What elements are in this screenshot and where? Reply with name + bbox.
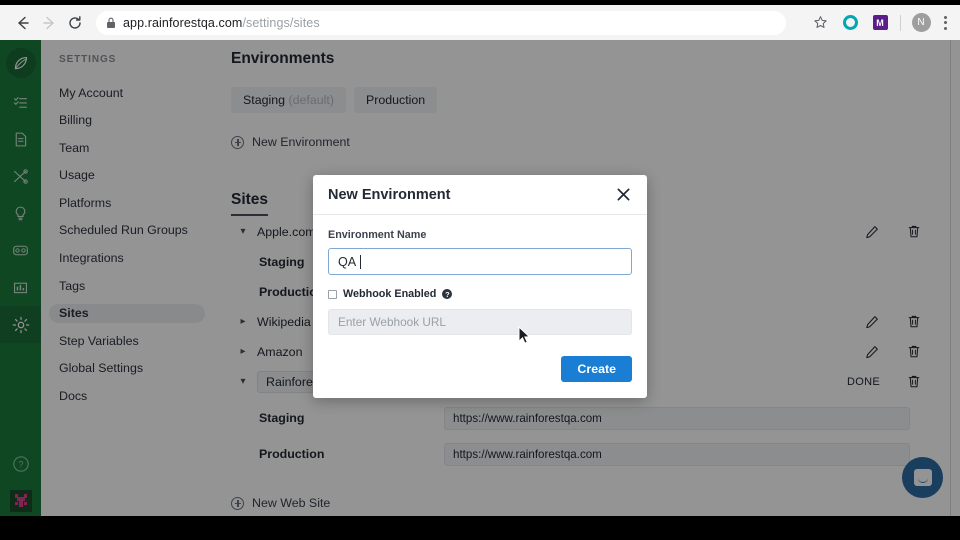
avatar[interactable]: N <box>911 13 931 33</box>
close-x-icon[interactable] <box>614 186 632 204</box>
dialog-footer: Create <box>328 356 632 382</box>
webhook-url-placeholder: Enter Webhook URL <box>338 315 446 329</box>
browser-window: app.rainforestqa.com/settings/sites M N <box>0 0 960 540</box>
environment-name-label: Environment Name <box>328 229 427 241</box>
dialog-body: Environment Name QA Webhook Enabled ? En… <box>313 215 647 398</box>
toolbar-divider <box>900 14 901 31</box>
purple-extension-icon[interactable]: M <box>870 13 890 33</box>
teal-circle-extension-icon[interactable] <box>840 13 860 33</box>
toolbar-icon-group: M N <box>810 13 950 33</box>
text-caret <box>360 254 362 269</box>
forward-button[interactable] <box>36 10 62 36</box>
webhook-enabled-row: Webhook Enabled ? <box>328 288 632 300</box>
url-path: /settings/sites <box>242 15 320 30</box>
webhook-url-input[interactable]: Enter Webhook URL <box>328 309 632 335</box>
kebab-menu-icon[interactable] <box>941 15 950 30</box>
lock-icon <box>106 17 116 29</box>
dialog-header: New Environment <box>313 175 647 215</box>
mouse-cursor <box>518 325 531 350</box>
webhook-enabled-checkbox[interactable] <box>328 289 337 299</box>
star-icon[interactable] <box>810 13 830 33</box>
address-bar-text: app.rainforestqa.com/settings/sites <box>123 16 320 30</box>
back-button[interactable] <box>10 10 36 36</box>
help-question-icon[interactable]: ? <box>442 289 453 299</box>
environment-name-value: QA <box>338 254 357 269</box>
dialog-title: New Environment <box>328 186 451 203</box>
url-domain: app.rainforestqa.com <box>123 15 243 30</box>
bottom-letterbox <box>0 516 960 540</box>
extension-badge-label: M <box>872 15 888 30</box>
webhook-enabled-label: Webhook Enabled <box>343 288 437 300</box>
environment-name-input[interactable]: QA <box>328 248 632 275</box>
address-bar[interactable]: app.rainforestqa.com/settings/sites <box>96 10 786 35</box>
profile-initial: N <box>911 13 931 32</box>
create-button[interactable]: Create <box>561 356 632 382</box>
new-environment-dialog: New Environment Environment Name QA Webh… <box>313 175 647 398</box>
browser-toolbar: app.rainforestqa.com/settings/sites M N <box>0 5 960 40</box>
reload-button[interactable] <box>62 10 88 36</box>
